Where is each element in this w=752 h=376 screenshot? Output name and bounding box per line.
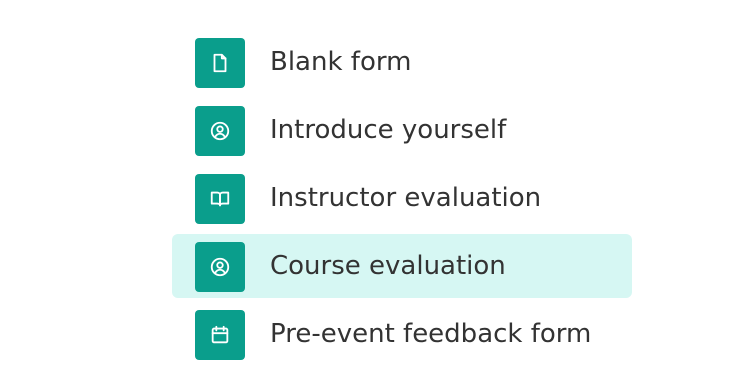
document-icon	[213, 53, 227, 73]
user-circle-icon	[210, 121, 230, 141]
calendar-icon	[211, 325, 229, 344]
template-item-introduce-yourself[interactable]: Introduce yourself	[172, 98, 632, 162]
user-circle-icon	[210, 257, 230, 277]
icon-tile	[195, 242, 245, 292]
template-item-label: Course evaluation	[270, 251, 506, 281]
template-item-label: Introduce yourself	[270, 115, 507, 145]
template-list: Blank form Introduce yourself Instructor…	[172, 30, 632, 370]
template-item-label: Pre-event feedback form	[270, 319, 592, 349]
icon-tile	[195, 310, 245, 360]
icon-tile	[195, 174, 245, 224]
book-icon	[210, 191, 230, 207]
template-item-instructor-evaluation[interactable]: Instructor evaluation	[172, 166, 632, 230]
template-item-label: Instructor evaluation	[270, 183, 542, 213]
icon-tile	[195, 38, 245, 88]
template-item-pre-event-feedback-form[interactable]: Pre-event feedback form	[172, 302, 632, 366]
template-item-blank-form[interactable]: Blank form	[172, 30, 632, 94]
icon-tile	[195, 106, 245, 156]
template-item-label: Blank form	[270, 47, 412, 77]
template-item-course-evaluation[interactable]: Course evaluation	[172, 234, 632, 298]
